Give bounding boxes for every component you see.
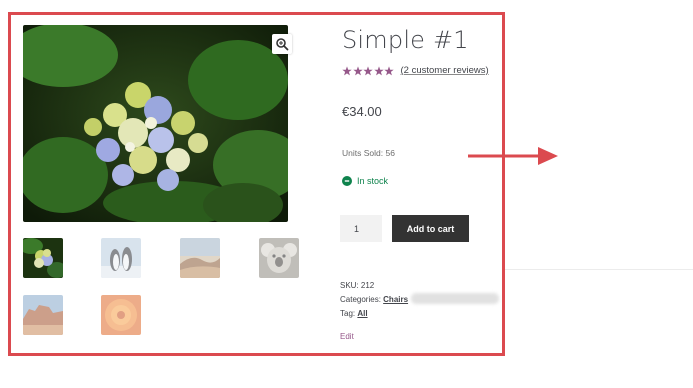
thumbnail-orange-flower[interactable] [101,295,141,335]
star-icon [363,65,373,75]
check-circle-icon [342,176,352,186]
sku-label: SKU: [340,281,359,290]
annotation-arrow [468,147,558,165]
categories-label: Categories: [340,295,381,304]
blurred-categories [411,293,499,304]
tag-label: Tag: [340,309,356,318]
star-icon [342,65,352,75]
quantity-input[interactable] [340,215,382,242]
category-link[interactable]: Chairs [383,295,408,304]
thumbnail-hydrangea[interactable] [23,238,63,278]
customer-reviews-link[interactable]: (2 customer reviews) [401,65,489,76]
magnifier-icon [276,38,289,51]
product-title: Simple #1 [342,26,469,54]
thumbnail-koala[interactable] [259,238,299,278]
units-sold: Units Sold: 56 [342,148,395,158]
thumbnail-penguins[interactable] [101,238,141,278]
stock-status: In stock [342,176,388,186]
stock-label: In stock [357,176,389,186]
categories-line: Categories: Chairs [340,295,408,304]
sku-value: 212 [360,281,375,290]
thumbnail-desert[interactable] [180,238,220,278]
sku-line: SKU: 212 [340,281,374,290]
star-icon [352,65,363,75]
tag-line: Tag: All [340,309,368,318]
add-to-cart-button[interactable]: Add to cart [392,215,469,242]
star-icon [373,65,384,75]
divider [505,269,693,270]
main-product-image[interactable] [23,25,288,222]
product-rating: (2 customer reviews) [342,65,489,76]
product-price: €34.00 [342,104,382,119]
thumbnail-canyon[interactable] [23,295,63,335]
star-icon [384,65,394,75]
star-rating [342,65,395,76]
tag-link[interactable]: All [357,309,367,318]
zoom-button[interactable] [272,34,292,54]
edit-link[interactable]: Edit [340,332,354,341]
